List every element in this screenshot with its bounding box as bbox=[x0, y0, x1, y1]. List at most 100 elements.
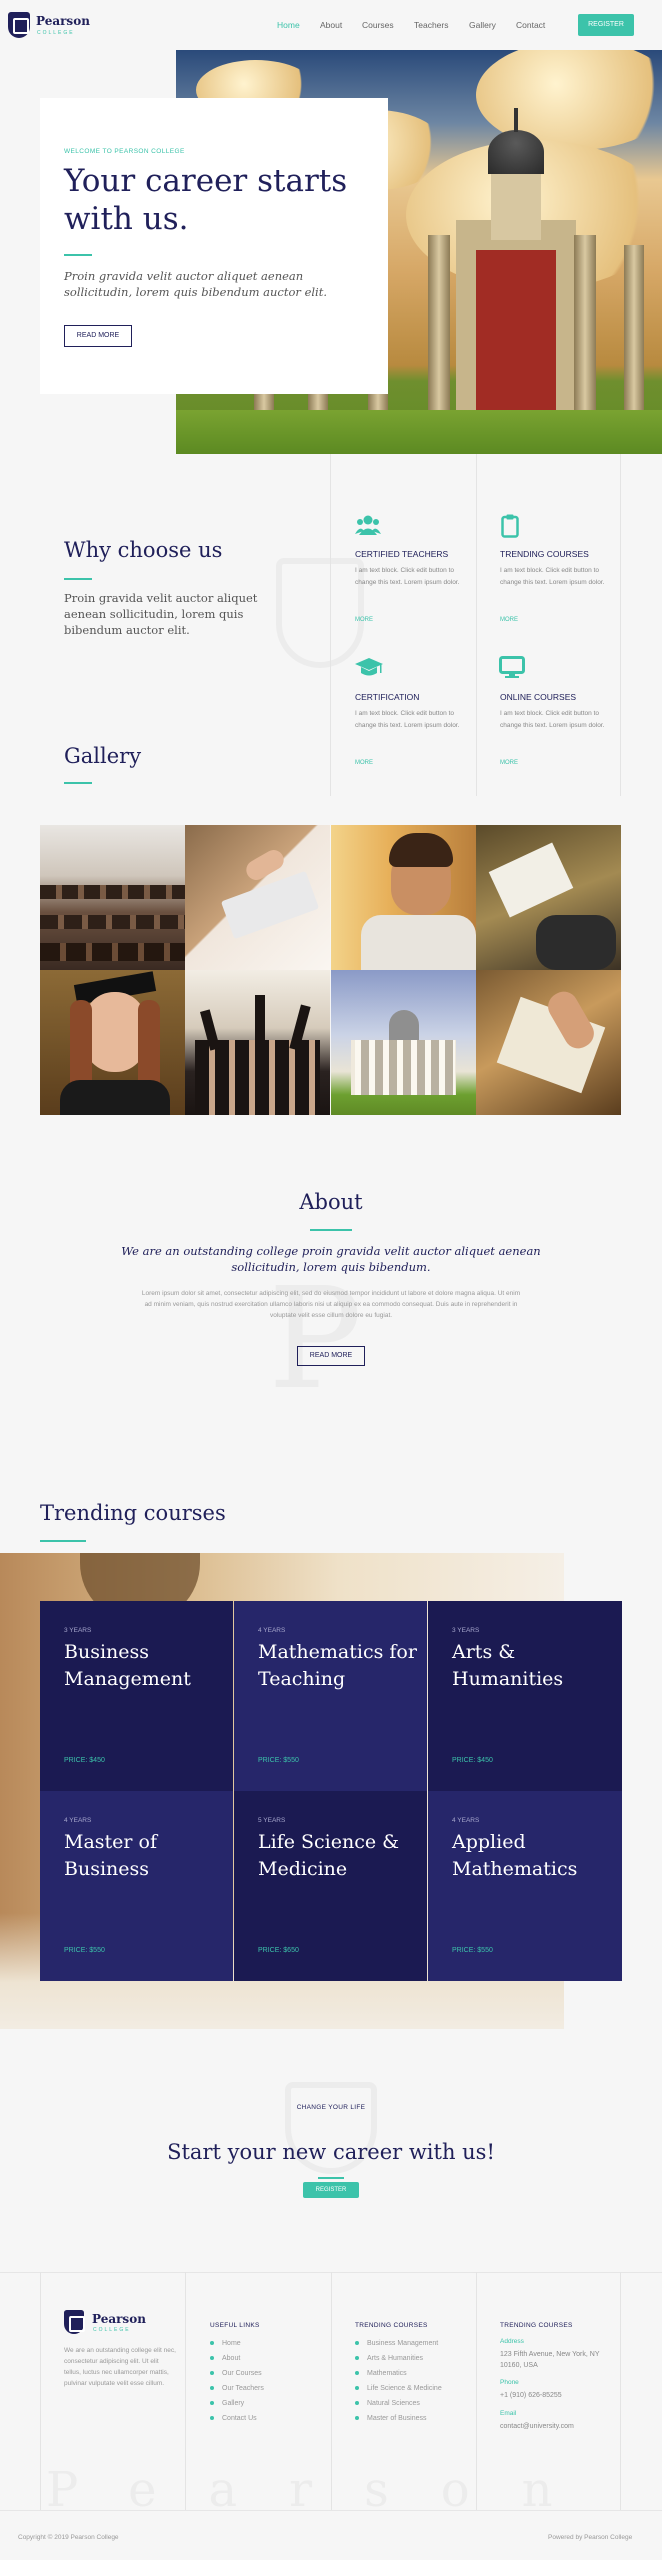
feature-title-certification: CERTIFICATION bbox=[355, 692, 420, 702]
course-years: 4 YEARS bbox=[452, 1817, 480, 1824]
footer-phone-label: Phone bbox=[500, 2379, 519, 2386]
footer-link-about[interactable]: About bbox=[210, 2355, 240, 2362]
cta-divider bbox=[318, 2177, 344, 2179]
course-card-arts-humanities[interactable]: 3 YEARS Arts & Humanities PRICE: $450 bbox=[428, 1601, 622, 1791]
feature-more-certification[interactable]: MORE bbox=[355, 760, 373, 766]
hero-eyebrow: WELCOME TO PEARSON COLLEGE bbox=[64, 148, 185, 155]
course-title: Arts & Humanities bbox=[452, 1641, 564, 1690]
about-title: About bbox=[299, 1190, 363, 1214]
nav-teachers[interactable]: Teachers bbox=[414, 20, 449, 30]
hero-subtitle: Proin gravida velit auctor aliquet aenea… bbox=[64, 269, 328, 299]
course-title: Master of Business bbox=[64, 1831, 158, 1880]
feature-title-online-courses: ONLINE COURSES bbox=[500, 692, 577, 702]
hero-read-more-button[interactable]: READ MORE bbox=[64, 325, 132, 347]
footer-trending-title: TRENDING COURSES bbox=[355, 2322, 428, 2329]
course-years: 5 YEARS bbox=[258, 1817, 286, 1824]
footer-link-label: About bbox=[222, 2355, 241, 2362]
gallery-image-graduates-celebrating[interactable] bbox=[185, 970, 330, 1115]
feature-title-trending-courses: TRENDING COURSES bbox=[500, 549, 589, 559]
course-price: PRICE: $550 bbox=[258, 1757, 299, 1764]
footer-course-link[interactable]: Master of Business bbox=[355, 2415, 427, 2422]
footer-logo-subtitle: COLLEGE bbox=[93, 2327, 131, 2333]
footer-copyright: Copyright © 2019 Pearson College bbox=[18, 2534, 119, 2541]
logo-shield-icon[interactable] bbox=[8, 12, 30, 38]
course-years: 3 YEARS bbox=[452, 1627, 480, 1634]
feature-more-trending-courses[interactable]: MORE bbox=[500, 617, 518, 623]
footer-course-link[interactable]: Natural Sciences bbox=[355, 2400, 420, 2407]
why-divider bbox=[64, 578, 92, 580]
footer-link-home[interactable]: Home bbox=[210, 2340, 241, 2347]
footer-course-label: Life Science & Medicine bbox=[367, 2385, 442, 2392]
feature-more-online-courses[interactable]: MORE bbox=[500, 760, 518, 766]
gallery-image-hands-laptop[interactable] bbox=[185, 825, 330, 970]
about-body: Lorem ipsum dolor sit amet, consectetur … bbox=[141, 1290, 521, 1319]
feature-text-certified-teachers: I am text block. Click edit button to ch… bbox=[355, 567, 460, 586]
why-watermark-shield-icon bbox=[276, 558, 364, 668]
why-divider-1 bbox=[330, 454, 331, 796]
about-lead: We are an outstanding college proin grav… bbox=[121, 1244, 541, 1274]
course-card-life-science-medicine[interactable]: 5 YEARS Life Science & Medicine PRICE: $… bbox=[234, 1791, 427, 1981]
footer-link-our-courses[interactable]: Our Courses bbox=[210, 2370, 262, 2377]
footer-link-label: Our Courses bbox=[222, 2370, 262, 2377]
footer-logo-shield-icon[interactable] bbox=[64, 2310, 85, 2334]
logo-subtitle: COLLEGE bbox=[37, 30, 75, 36]
footer-useful-links-title: USEFUL LINKS bbox=[210, 2322, 260, 2329]
footer-powered-by: Powered by Pearson College bbox=[548, 2534, 633, 2541]
gallery-divider bbox=[64, 782, 92, 784]
feature-title-certified-teachers: CERTIFIED TEACHERS bbox=[355, 549, 449, 559]
gallery-image-writing-notes[interactable] bbox=[476, 970, 621, 1115]
footer-address-label: Address bbox=[500, 2338, 524, 2345]
footer-course-link[interactable]: Business Management bbox=[355, 2340, 438, 2347]
footer-link-our-teachers[interactable]: Our Teachers bbox=[210, 2385, 264, 2392]
course-title: Mathematics for Teaching bbox=[258, 1641, 417, 1690]
feature-text-trending-courses: I am text block. Click edit button to ch… bbox=[500, 567, 605, 586]
nav-contact[interactable]: Contact bbox=[516, 20, 545, 30]
gallery-image-lecture-hall[interactable] bbox=[40, 825, 185, 970]
footer-link-contact-us[interactable]: Contact Us bbox=[210, 2415, 257, 2422]
why-title: Why choose us bbox=[64, 538, 223, 562]
course-years: 4 YEARS bbox=[258, 1627, 286, 1634]
nav-home[interactable]: Home bbox=[277, 20, 300, 30]
cta-register-button[interactable]: REGISTER bbox=[303, 2182, 359, 2198]
cta-title: Start your new career with us! bbox=[167, 2140, 495, 2164]
footer-email[interactable]: contact@university.com bbox=[500, 2421, 574, 2432]
footer-email-label: Email bbox=[500, 2410, 517, 2417]
monitor-icon bbox=[499, 656, 525, 678]
course-title: Applied Mathematics bbox=[452, 1831, 578, 1880]
nav-gallery[interactable]: Gallery bbox=[469, 20, 496, 30]
gallery-title: Gallery bbox=[64, 744, 142, 768]
course-price: PRICE: $450 bbox=[452, 1757, 493, 1764]
footer-course-label: Business Management bbox=[367, 2340, 439, 2347]
course-card-applied-mathematics[interactable]: 4 YEARS Applied Mathematics PRICE: $550 bbox=[428, 1791, 622, 1981]
logo-name[interactable]: Pearson bbox=[36, 14, 90, 28]
gallery-image-reading-book[interactable] bbox=[476, 825, 621, 970]
gallery-image-graduate-smiling[interactable] bbox=[40, 970, 185, 1115]
footer-course-link[interactable]: Mathematics bbox=[355, 2370, 407, 2377]
footer-course-label: Master of Business bbox=[367, 2415, 427, 2422]
course-card-business-management[interactable]: 3 YEARS Business Management PRICE: $450 bbox=[40, 1601, 233, 1791]
feature-text-certification: I am text block. Click edit button to ch… bbox=[355, 710, 460, 729]
gallery-image-university-building[interactable] bbox=[331, 970, 476, 1115]
footer-divider-5 bbox=[620, 2272, 621, 2510]
course-card-master-of-business[interactable]: 4 YEARS Master of Business PRICE: $550 bbox=[40, 1791, 233, 1981]
course-title: Life Science & Medicine bbox=[258, 1831, 400, 1880]
course-card-mathematics-for-teaching[interactable]: 4 YEARS Mathematics for Teaching PRICE: … bbox=[234, 1601, 427, 1791]
site-header: Pearson COLLEGE Home About Courses Teach… bbox=[0, 0, 662, 50]
nav-about[interactable]: About bbox=[320, 20, 342, 30]
footer-course-link[interactable]: Arts & Humanities bbox=[355, 2355, 423, 2362]
footer-logo-name[interactable]: Pearson bbox=[92, 2312, 146, 2326]
feature-more-certified-teachers[interactable]: MORE bbox=[355, 617, 373, 623]
course-price: PRICE: $550 bbox=[64, 1947, 105, 1954]
footer-link-gallery[interactable]: Gallery bbox=[210, 2400, 244, 2407]
footer-link-label: Contact Us bbox=[222, 2415, 257, 2422]
footer-phone[interactable]: +1 (910) 626-85255 bbox=[500, 2390, 562, 2401]
footer-link-label: Gallery bbox=[222, 2400, 245, 2407]
nav-courses[interactable]: Courses bbox=[362, 20, 394, 30]
about-read-more-button[interactable]: READ MORE bbox=[297, 1346, 365, 1366]
gallery-image-student-thinking[interactable] bbox=[331, 825, 476, 970]
footer-course-link[interactable]: Life Science & Medicine bbox=[355, 2385, 442, 2392]
why-divider-3 bbox=[620, 454, 621, 796]
register-button[interactable]: REGISTER bbox=[578, 14, 634, 36]
footer-about-text: We are an outstanding college elit nec, … bbox=[64, 2347, 176, 2387]
footer-course-label: Mathematics bbox=[367, 2370, 407, 2377]
